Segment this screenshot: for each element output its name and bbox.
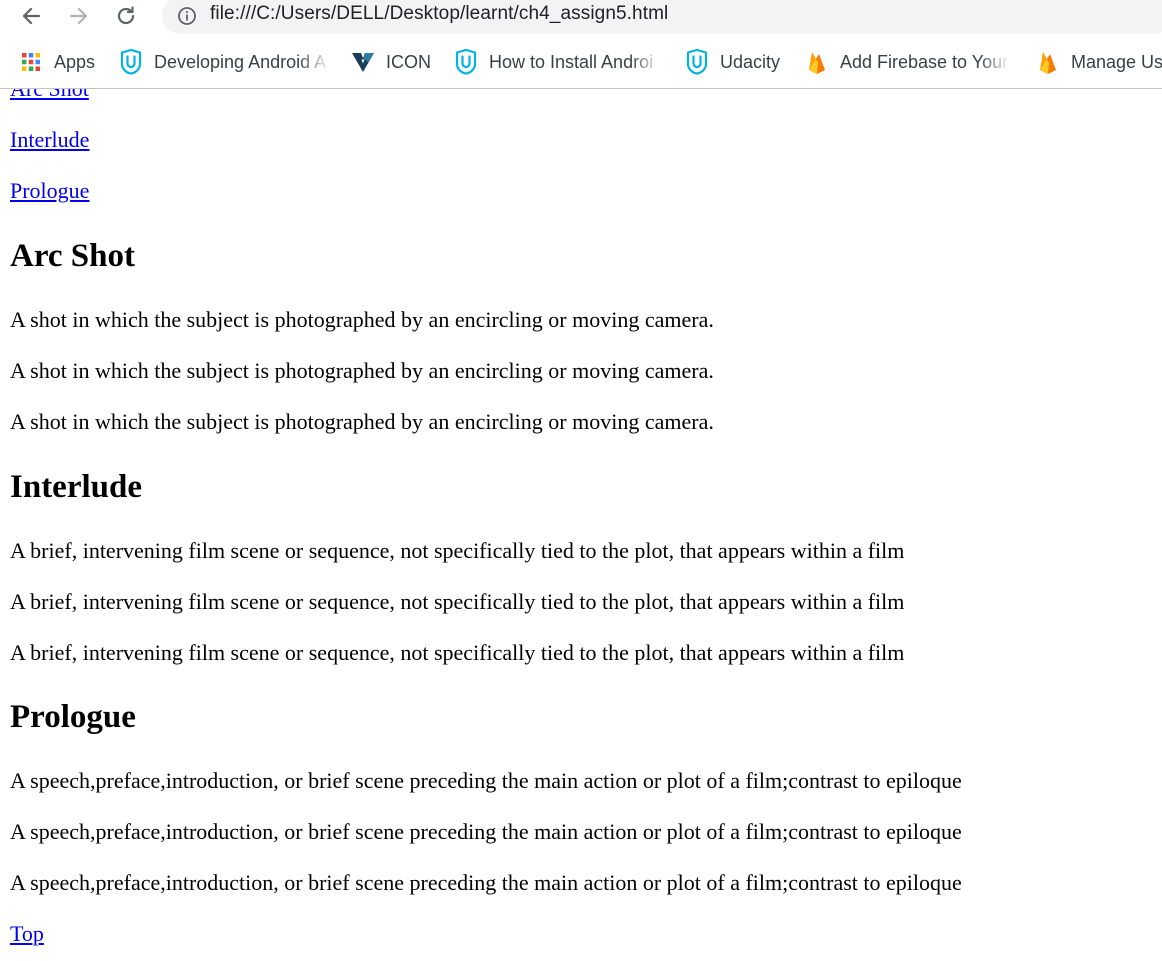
section-paragraph: A speech,preface,introduction, or brief … xyxy=(10,870,962,895)
section-paragraph: A speech,preface,introduction, or brief … xyxy=(10,768,962,793)
browser-chrome: file:///C:/Users/DELL/Desktop/learnt/ch4… xyxy=(0,0,1162,89)
forward-button[interactable] xyxy=(62,0,96,32)
vuetify-icon xyxy=(350,49,376,75)
bookmark-label: How to Install Androi xyxy=(489,51,654,72)
udacity-icon xyxy=(684,49,710,75)
top-link[interactable]: Top xyxy=(10,921,44,947)
bookmark-label: Manage Us xyxy=(1071,51,1162,72)
section-heading-interlude: Interlude xyxy=(10,469,142,505)
udacity-icon xyxy=(453,49,479,75)
url-text[interactable]: file:///C:/Users/DELL/Desktop/learnt/ch4… xyxy=(210,3,668,25)
section-paragraph: A shot in which the subject is photograp… xyxy=(10,409,714,434)
forward-arrow-icon xyxy=(68,5,90,27)
bookmark-label: Apps xyxy=(54,51,96,72)
section-paragraph: A shot in which the subject is photograp… xyxy=(10,358,714,383)
info-icon[interactable] xyxy=(176,5,198,27)
udacity-icon xyxy=(118,49,144,75)
bookmark-add-firebase[interactable]: Add Firebase to Your xyxy=(804,44,1010,80)
address-bar[interactable]: file:///C:/Users/DELL/Desktop/learnt/ch4… xyxy=(162,0,1162,34)
bookmark-manage-users[interactable]: Manage Us xyxy=(1035,44,1162,80)
bookmark-label: Developing Android A xyxy=(154,51,327,72)
section-heading-arc-shot: Arc Shot xyxy=(10,238,135,274)
section-paragraph: A brief, intervening film scene or seque… xyxy=(10,640,905,665)
bookmark-udacity[interactable]: Udacity xyxy=(684,44,780,80)
reload-icon xyxy=(115,5,137,27)
firebase-icon xyxy=(1035,49,1061,75)
back-button[interactable] xyxy=(14,0,48,32)
reload-button[interactable] xyxy=(109,0,143,32)
nav-link-interlude[interactable]: Interlude xyxy=(10,127,89,153)
bookmark-apps[interactable]: Apps xyxy=(18,44,95,80)
section-paragraph: A brief, intervening film scene or seque… xyxy=(10,589,905,614)
section-paragraph: A brief, intervening film scene or seque… xyxy=(10,538,905,563)
section-heading-prologue: Prologue xyxy=(10,699,136,735)
bookmark-how-to-install-android[interactable]: How to Install Androi xyxy=(453,44,661,80)
bookmark-label: ICON xyxy=(386,51,431,72)
section-paragraph: A shot in which the subject is photograp… xyxy=(10,307,714,332)
apps-grid-icon xyxy=(18,49,44,75)
bookmark-label: Add Firebase to Your xyxy=(840,51,1009,72)
bookmark-label: Udacity xyxy=(720,51,781,72)
section-paragraph: A speech,preface,introduction, or brief … xyxy=(10,819,962,844)
bookmark-developing-android[interactable]: Developing Android A xyxy=(118,44,330,80)
bookmark-icon[interactable]: ICON xyxy=(350,44,431,80)
bookmarks-bar: Apps Developing Android A ICON How to In… xyxy=(0,44,1162,80)
nav-link-prologue[interactable]: Prologue xyxy=(10,178,89,204)
firebase-icon xyxy=(804,49,830,75)
back-arrow-icon xyxy=(20,5,42,27)
